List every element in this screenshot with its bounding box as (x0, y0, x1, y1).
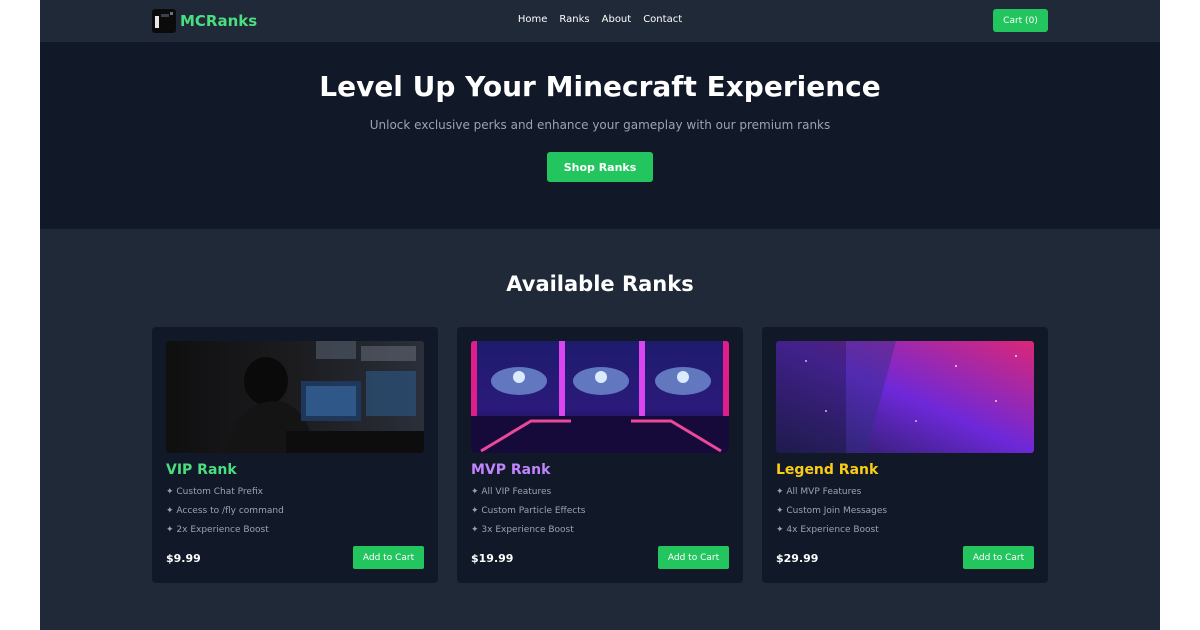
rank-card-legend: Legend Rank ✦ All MVP Features ✦ Custom … (762, 327, 1048, 583)
rank-features: ✦ Custom Chat Prefix ✦ Access to /fly co… (166, 487, 284, 544)
feature-item: ✦ 3x Experience Boost (471, 525, 574, 535)
nav-links: Home Ranks About Contact (40, 14, 1160, 25)
neon-arcade-machines-photo (471, 341, 729, 453)
feature-item: ✦ Custom Chat Prefix (166, 487, 263, 497)
rank-price: $29.99 (776, 552, 819, 565)
add-to-cart-button[interactable]: Add to Cart (963, 546, 1034, 569)
feature-item: ✦ Custom Join Messages (776, 506, 888, 516)
nav-link-home[interactable]: Home (518, 14, 548, 25)
rank-title: MVP Rank (471, 462, 551, 478)
navbar: MCRanks Home Ranks About Contact Cart (0… (40, 0, 1160, 42)
hero-section: Level Up Your Minecraft Experience Unloc… (40, 42, 1160, 229)
rank-price: $9.99 (166, 552, 201, 565)
nav-link-ranks[interactable]: Ranks (559, 14, 589, 25)
page: MCRanks Home Ranks About Contact Cart (0… (40, 0, 1160, 630)
add-to-cart-button[interactable]: Add to Cart (658, 546, 729, 569)
rank-features: ✦ All VIP Features ✦ Custom Particle Eff… (471, 487, 585, 544)
purple-nebula-rain-photo (776, 341, 1034, 453)
rank-card-vip: VIP Rank ✦ Custom Chat Prefix ✦ Access t… (152, 327, 438, 583)
rank-price: $19.99 (471, 552, 514, 565)
feature-item: ✦ Access to /fly command (166, 506, 284, 516)
cart-button[interactable]: Cart (0) (993, 9, 1048, 32)
gamer-at-desk-photo (166, 341, 424, 453)
ranks-section-title: Available Ranks (506, 272, 694, 296)
nav-link-contact[interactable]: Contact (643, 14, 682, 25)
add-to-cart-button[interactable]: Add to Cart (353, 546, 424, 569)
feature-item: ✦ 4x Experience Boost (776, 525, 879, 535)
feature-item: ✦ All MVP Features (776, 487, 862, 497)
rank-card-mvp: MVP Rank ✦ All VIP Features ✦ Custom Par… (457, 327, 743, 583)
feature-item: ✦ All VIP Features (471, 487, 552, 497)
rank-features: ✦ All MVP Features ✦ Custom Join Message… (776, 487, 887, 544)
shop-ranks-button[interactable]: Shop Ranks (547, 152, 653, 182)
feature-item: ✦ Custom Particle Effects (471, 506, 586, 516)
hero-title: Level Up Your Minecraft Experience (319, 70, 881, 103)
rank-title: Legend Rank (776, 462, 879, 478)
feature-item: ✦ 2x Experience Boost (166, 525, 269, 535)
rank-title: VIP Rank (166, 462, 237, 478)
hero-subtitle: Unlock exclusive perks and enhance your … (369, 118, 831, 132)
nav-link-about[interactable]: About (602, 14, 632, 25)
